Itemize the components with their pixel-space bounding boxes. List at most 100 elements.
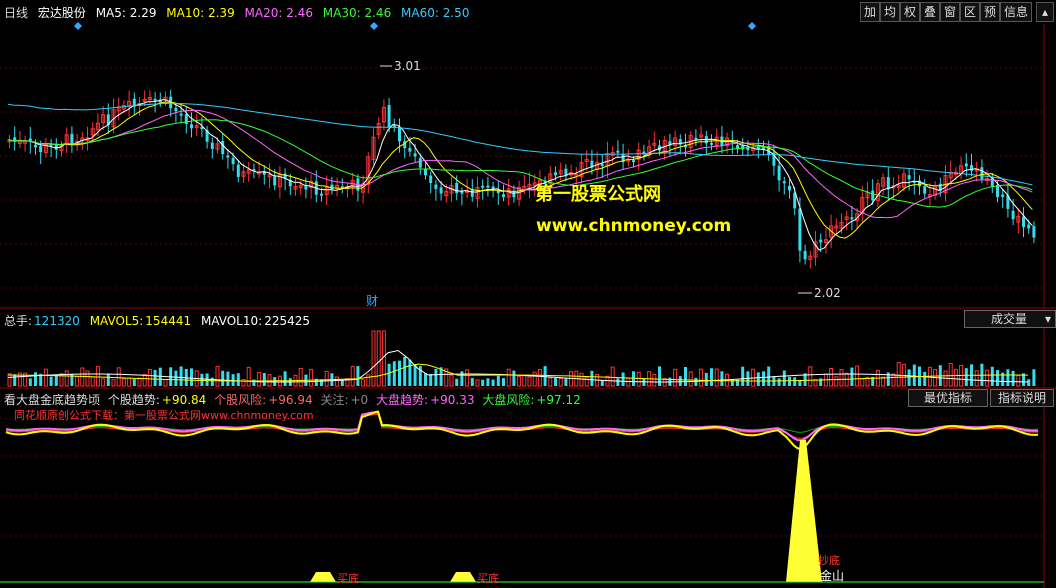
volume-bar	[896, 362, 901, 387]
volume-bar	[1016, 374, 1021, 387]
mavol5-value: 154441	[145, 314, 192, 328]
ma-line	[7, 102, 1033, 186]
candle-body	[710, 142, 713, 145]
candle-body	[788, 185, 791, 191]
volume-bar	[371, 330, 376, 387]
ma-line	[7, 98, 1033, 251]
volume-bar	[741, 366, 745, 386]
volume-bar	[486, 378, 490, 386]
candle-body	[782, 181, 786, 184]
volume-bar	[850, 367, 854, 386]
finance-marker[interactable]: 财	[366, 292, 378, 309]
volume-bar	[907, 369, 911, 386]
chevron-down-icon: ▾	[1044, 312, 1051, 326]
candle-body	[231, 157, 235, 165]
candle-body	[320, 193, 323, 196]
volume-bar	[673, 368, 678, 387]
volume-bar	[699, 368, 704, 387]
volume-bar	[179, 366, 183, 386]
volume-bar	[257, 371, 262, 387]
event-marker-diamond	[74, 22, 82, 30]
volume-bar	[1027, 379, 1031, 386]
volume-bar	[923, 371, 927, 386]
mavol10-label: MAVOL10:	[200, 314, 263, 328]
volume-bar	[424, 373, 427, 386]
volume-bar	[1032, 369, 1036, 386]
buy-signal-shape	[310, 572, 336, 582]
volume-bar	[584, 376, 589, 387]
candle-body	[190, 124, 193, 129]
volume-bar	[262, 373, 266, 386]
market-risk-value: +97.12	[536, 393, 581, 407]
volume-bar	[34, 372, 37, 386]
candle-body	[434, 184, 438, 189]
volume-bar	[392, 361, 396, 386]
volume-bar	[793, 377, 797, 386]
volume-bar	[121, 378, 126, 387]
volume-bar	[543, 366, 547, 386]
volume-bar	[590, 370, 594, 386]
volume-bar	[85, 370, 90, 387]
candle-body	[387, 104, 391, 128]
volume-indicator-select[interactable]: 成交量 ▾	[964, 310, 1056, 328]
candle-body	[996, 184, 999, 198]
volume-bar	[855, 365, 860, 387]
volume-bar	[147, 368, 152, 387]
volume-bar	[335, 376, 340, 387]
candle-body	[632, 160, 635, 163]
volume-bar	[163, 379, 168, 387]
low-price-label: 2.02	[814, 286, 841, 300]
moving-average-lines	[7, 98, 1033, 251]
volume-bar	[455, 378, 459, 386]
volume-bar	[808, 366, 813, 387]
volume-bar	[714, 368, 719, 387]
volume-bar	[366, 374, 371, 387]
volume-bar	[948, 362, 953, 387]
candle-body	[980, 167, 984, 180]
volume-header: 总手: 121320 MAVOL5: 154441 MAVOL10: 225425	[4, 312, 316, 329]
volume-bar	[356, 366, 360, 386]
gold-bottom-signal-shape	[786, 440, 822, 582]
candle-body	[34, 144, 37, 148]
candle-body	[273, 176, 277, 186]
volume-bar	[231, 374, 235, 386]
stock-chart[interactable]	[0, 0, 1056, 588]
candle-body	[408, 147, 412, 152]
volume-bar	[953, 368, 958, 387]
volume-bar	[652, 373, 657, 387]
volume-bar	[137, 377, 142, 387]
volume-bar	[610, 366, 615, 387]
stock-risk-value: +96.94	[268, 393, 313, 407]
volume-bar	[283, 371, 287, 386]
volume-bar	[658, 366, 661, 386]
candle-body	[398, 126, 401, 142]
candle-body	[304, 185, 308, 190]
volume-bar	[174, 370, 178, 386]
candle-body	[554, 172, 557, 176]
indicator-help-button[interactable]: 指标说明	[990, 389, 1054, 407]
candle-body	[153, 98, 157, 101]
volume-bar	[267, 374, 272, 387]
candle-body	[174, 107, 178, 112]
candle-body	[221, 141, 225, 155]
volume-bar	[434, 368, 438, 386]
volume-bar	[704, 372, 708, 386]
volume-bar	[1006, 369, 1010, 386]
volume-bar	[460, 371, 464, 386]
volume-bar	[101, 378, 106, 387]
high-price-label: 3.01	[394, 59, 421, 73]
market-risk-label: 大盘风险:	[482, 393, 535, 407]
volume-bar	[996, 370, 999, 386]
candle-body	[1022, 216, 1025, 228]
volume-bar	[49, 376, 53, 386]
volume-total-label: 总手:	[4, 314, 33, 328]
mavol10-value: 225425	[264, 314, 310, 328]
volume-bar	[985, 369, 990, 387]
best-indicator-button[interactable]: 最优指标	[908, 389, 988, 407]
volume-bar	[481, 379, 485, 386]
volume-bar	[891, 373, 896, 387]
candle-body	[512, 191, 516, 198]
focus-label: 关注:	[320, 393, 349, 407]
volume-bar	[403, 356, 407, 386]
volume-bar	[90, 376, 95, 387]
